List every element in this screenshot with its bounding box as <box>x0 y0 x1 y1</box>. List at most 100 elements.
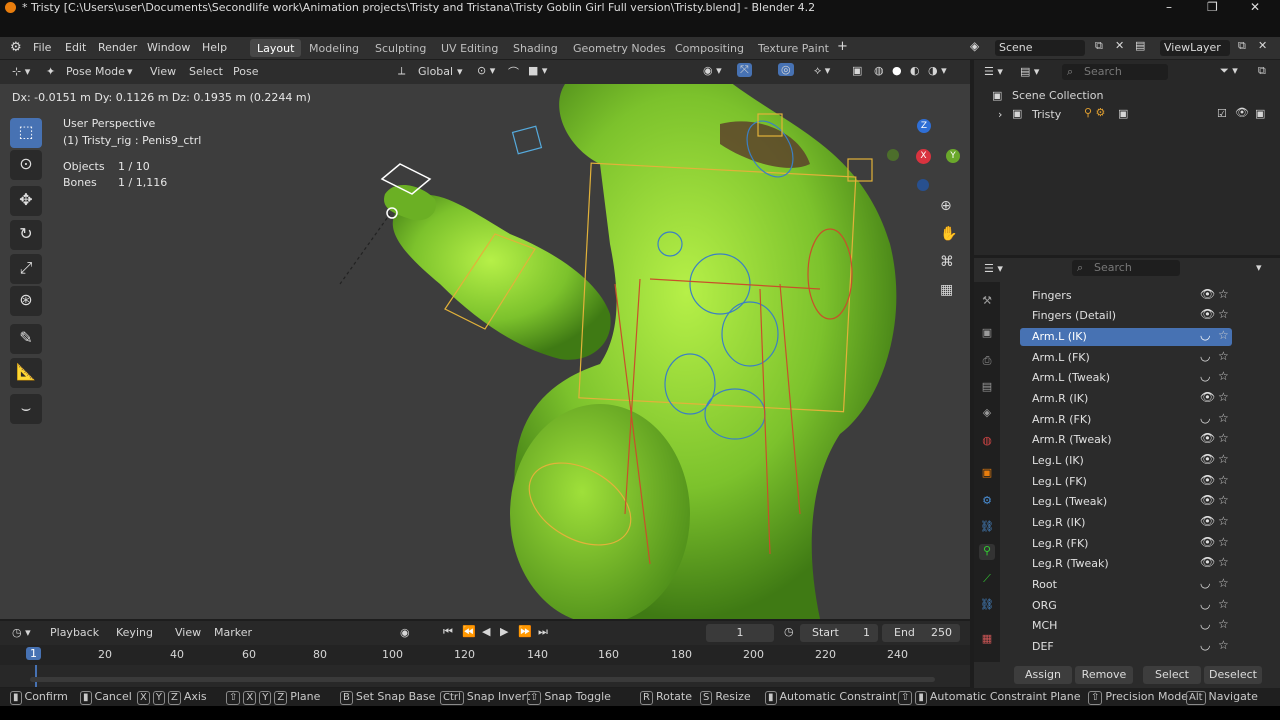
snap-target-icon[interactable]: ■ ▾ <box>528 64 547 77</box>
visibility-eye-icon[interactable]: 👁 <box>1235 106 1249 119</box>
keying-menu[interactable]: Keying <box>116 626 153 639</box>
eye-open-icon[interactable]: 👁 <box>1200 307 1215 321</box>
eye-closed-icon[interactable]: ◡ <box>1200 411 1210 425</box>
orientation-chevron-icon[interactable]: ▾ <box>457 65 463 78</box>
pan-hand-icon[interactable]: ✋ <box>940 226 957 242</box>
eye-open-icon[interactable]: 👁 <box>1200 390 1215 404</box>
world-tab-icon[interactable]: ◍ <box>979 434 995 450</box>
select-menu[interactable]: Select <box>189 65 223 78</box>
eye-open-icon[interactable]: 👁 <box>1200 555 1215 569</box>
outliner-search-field[interactable]: ⌕ Search <box>1062 64 1168 80</box>
minimize-button[interactable]: – <box>1166 0 1172 14</box>
workspace-tab-shading[interactable]: Shading <box>506 39 565 57</box>
close-button[interactable]: ✕ <box>1250 0 1260 14</box>
bone-constraints-tab-icon[interactable]: ⛓ <box>979 598 995 614</box>
list-item[interactable]: ORG ◡ ☆ <box>1020 597 1232 615</box>
snap-icon[interactable]: ⌒ <box>508 64 519 80</box>
transform-tool-icon[interactable]: ⊛ <box>10 286 42 316</box>
object-tab-icon[interactable]: ▣ <box>979 466 995 482</box>
eye-open-icon[interactable]: 👁 <box>1200 493 1215 507</box>
relax-pose-tool-icon[interactable]: ⌣ <box>10 394 42 424</box>
star-icon[interactable]: ☆ <box>1218 307 1229 321</box>
gizmo-toggle-icon[interactable]: ⤧ <box>737 63 752 77</box>
select-button[interactable]: Select <box>1143 666 1201 684</box>
scene-selector[interactable]: Scene <box>995 40 1085 56</box>
menu-window[interactable]: Window <box>147 41 190 54</box>
star-icon[interactable]: ☆ <box>1218 493 1229 507</box>
cursor-tool-icon[interactable]: ⊙ <box>10 150 42 180</box>
star-icon[interactable]: ☆ <box>1218 369 1229 383</box>
star-icon[interactable]: ☆ <box>1218 514 1229 528</box>
render-tab-icon[interactable]: ▣ <box>979 326 995 342</box>
timeline-scrollbar[interactable] <box>30 677 935 682</box>
list-item[interactable]: Fingers (Detail) 👁 ☆ <box>1020 307 1232 325</box>
eye-closed-icon[interactable]: ◡ <box>1200 369 1210 383</box>
eye-open-icon[interactable]: 👁 <box>1200 514 1215 528</box>
gizmo-neg-z-axis[interactable] <box>917 179 929 191</box>
preview-range-icon[interactable]: ◷ <box>784 625 794 638</box>
measure-tool-icon[interactable]: 📐 <box>10 358 42 388</box>
orientation-selector[interactable]: Global <box>418 65 453 78</box>
list-item[interactable]: Arm.L (FK) ◡ ☆ <box>1020 349 1232 367</box>
list-item[interactable]: Leg.R (Tweak) 👁 ☆ <box>1020 555 1232 573</box>
star-icon[interactable]: ☆ <box>1218 328 1229 342</box>
list-item[interactable]: Arm.R (FK) ◡ ☆ <box>1020 411 1232 429</box>
eye-closed-icon[interactable]: ◡ <box>1200 597 1210 611</box>
view-layer-tab-icon[interactable]: ▤ <box>979 380 995 396</box>
menu-edit[interactable]: Edit <box>65 41 86 54</box>
workspace-tab-texture-paint[interactable]: Texture Paint <box>751 39 836 57</box>
gizmo-x-axis[interactable]: X <box>916 149 931 164</box>
constraints-tab-icon[interactable]: ⛓ <box>979 520 995 536</box>
list-item[interactable]: Fingers 👁 ☆ <box>1020 287 1232 305</box>
render-camera-icon[interactable]: ▣ <box>1255 107 1265 120</box>
star-icon[interactable]: ☆ <box>1218 555 1229 569</box>
timeline-editor-icon[interactable]: ◷ ▾ <box>12 626 31 639</box>
eye-open-icon[interactable]: 👁 <box>1200 535 1215 549</box>
list-item[interactable]: Arm.L (Tweak) ◡ ☆ <box>1020 369 1232 387</box>
workspace-tab-layout[interactable]: Layout <box>250 39 302 57</box>
eye-closed-icon[interactable]: ◡ <box>1200 576 1210 590</box>
workspace-tab-uv-editing[interactable]: UV Editing <box>434 39 505 57</box>
output-tab-icon[interactable]: ⎙ <box>979 354 995 370</box>
mode-selector[interactable]: Pose Mode <box>66 65 125 78</box>
wireframe-shading-icon[interactable]: ◍ <box>874 64 884 77</box>
pivot-icon[interactable]: ⊙ ▾ <box>477 64 495 77</box>
timeline-ruler[interactable]: 1 20 40 60 80 100 120 140 160 180 200 22… <box>0 645 970 665</box>
list-item[interactable]: Leg.L (Tweak) 👁 ☆ <box>1020 493 1232 511</box>
star-icon[interactable]: ☆ <box>1218 452 1229 466</box>
play-reverse-icon[interactable]: ◀ <box>482 625 490 638</box>
properties-options-chevron-icon[interactable]: ▾ <box>1256 261 1262 274</box>
collection-tristy-label[interactable]: Tristy <box>1032 108 1061 121</box>
workspace-tab-sculpting[interactable]: Sculpting <box>368 39 433 57</box>
select-box-tool-icon[interactable]: ⬚ <box>10 118 42 148</box>
gizmo-neg-y-axis[interactable] <box>887 149 899 161</box>
workspace-tab-compositing[interactable]: Compositing <box>668 39 751 57</box>
scale-tool-icon[interactable]: ⤢ <box>10 254 42 284</box>
eye-open-icon[interactable]: 👁 <box>1200 473 1215 487</box>
star-icon[interactable]: ☆ <box>1218 411 1229 425</box>
delete-scene-icon[interactable]: ✕ <box>1115 39 1124 52</box>
display-mode-icon[interactable]: ▤ ▾ <box>1020 65 1039 78</box>
end-frame-field[interactable]: End 250 <box>882 624 960 642</box>
menu-help[interactable]: Help <box>202 41 227 54</box>
list-item[interactable]: Root ◡ ☆ <box>1020 576 1232 594</box>
menu-render[interactable]: Render <box>98 41 137 54</box>
zoom-icon[interactable]: ⊕ <box>940 198 952 214</box>
eye-closed-icon[interactable]: ◡ <box>1200 617 1210 631</box>
mode-dropdown-chevron-icon[interactable]: ▾ <box>127 65 133 78</box>
star-icon[interactable]: ☆ <box>1218 349 1229 363</box>
star-icon[interactable]: ☆ <box>1218 473 1229 487</box>
workspace-tab-geometry-nodes[interactable]: Geometry Nodes <box>566 39 673 57</box>
star-icon[interactable]: ☆ <box>1218 638 1229 652</box>
pose-menu[interactable]: Pose <box>233 65 258 78</box>
jump-start-icon[interactable]: ⏮ <box>443 625 453 639</box>
solid-shading-icon[interactable]: ● <box>892 64 902 77</box>
star-icon[interactable]: ☆ <box>1218 617 1229 631</box>
scene-tab-icon[interactable]: ◈ <box>979 406 995 422</box>
camera-view-icon[interactable]: ⌘ <box>940 254 954 270</box>
assign-button[interactable]: Assign <box>1014 666 1072 684</box>
tool-tab-icon[interactable]: ⚒ <box>979 294 995 310</box>
properties-editor-icon[interactable]: ☰ ▾ <box>984 262 1003 275</box>
new-scene-icon[interactable]: ⧉ <box>1095 39 1103 53</box>
rendered-shading-icon[interactable]: ◑ ▾ <box>928 64 947 77</box>
